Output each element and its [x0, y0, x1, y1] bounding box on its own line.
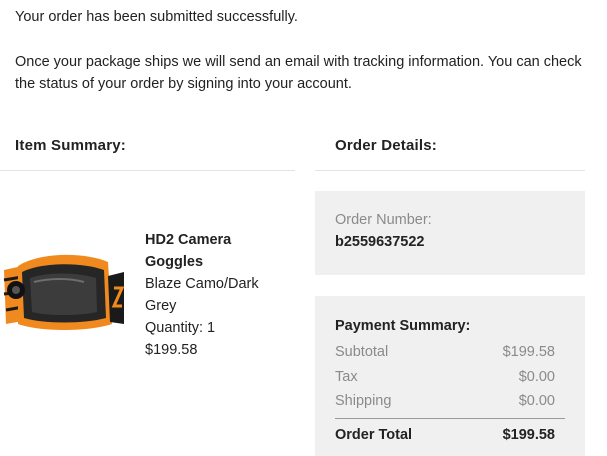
total-divider	[335, 418, 565, 419]
shipping-label: Shipping	[335, 393, 392, 409]
subtotal-label: Subtotal	[335, 344, 389, 360]
product-image[interactable]	[0, 232, 130, 352]
payment-summary-title: Payment Summary:	[335, 318, 471, 334]
tax-label: Tax	[335, 369, 358, 385]
item-summary-heading: Item Summary:	[15, 137, 126, 154]
order-details-divider	[315, 170, 585, 171]
order-number-panel: Order Number: b2559637522	[315, 191, 585, 275]
subtotal-value: $199.58	[502, 344, 555, 360]
product-price: $199.58	[145, 342, 198, 358]
order-total-value: $199.58	[502, 427, 555, 443]
shipping-info-message: Once your package ships we will send an …	[15, 54, 582, 92]
product-details: HD2 Camera Goggles Blaze Camo/Dark Grey …	[145, 229, 285, 361]
camera-goggles-icon	[3, 254, 125, 330]
item-summary-divider	[0, 170, 295, 171]
tax-value: $0.00	[518, 369, 555, 385]
product-variant: Blaze Camo/Dark Grey	[145, 276, 259, 314]
product-quantity: Quantity: 1	[145, 320, 216, 336]
order-number-label: Order Number:	[335, 212, 432, 228]
order-details-heading: Order Details:	[335, 137, 437, 154]
success-message: Your order has been submitted successful…	[15, 9, 298, 25]
shipping-value: $0.00	[518, 393, 555, 409]
order-number-value: b2559637522	[335, 234, 425, 250]
product-name[interactable]: HD2 Camera Goggles	[145, 229, 285, 273]
order-total-label: Order Total	[335, 427, 413, 443]
payment-summary-panel: Payment Summary: Subtotal $199.58 Tax $0…	[315, 296, 585, 456]
